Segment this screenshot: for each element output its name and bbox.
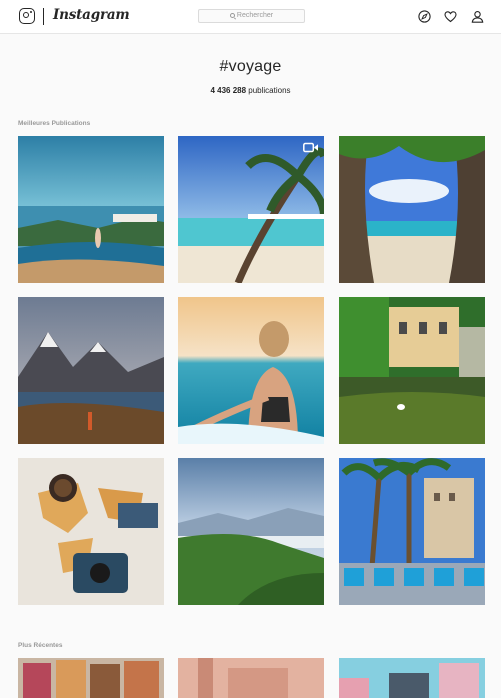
post-thumbnail[interactable] [178,658,324,698]
post-thumbnail[interactable] [339,136,485,283]
post-thumbnail[interactable] [178,458,324,605]
logo-separator [43,8,44,25]
search-input[interactable]: Rechercher [198,9,305,23]
post-count: 4 436 288 publications [0,86,501,95]
search-icon [229,12,235,18]
top-navigation-bar: Instagram Rechercher [0,0,501,34]
top-posts-label: Meilleures Publications [18,120,91,127]
hashtag-title: #voyage [219,58,282,75]
explore-compass-icon[interactable] [418,10,431,23]
post-count-number: 4 436 288 [210,86,247,95]
video-indicator-icon [303,142,318,153]
activity-heart-icon[interactable] [444,10,457,23]
search-placeholder: Rechercher [236,12,274,19]
post-count-unit: publications [248,86,291,95]
post-thumbnail[interactable] [339,458,485,605]
post-thumbnail[interactable] [18,458,164,605]
post-thumbnail[interactable] [18,136,164,283]
recent-posts-label: Plus Récentes [18,642,63,649]
post-thumbnail[interactable] [339,297,485,444]
instagram-wordmark[interactable]: Instagram [53,7,130,23]
post-thumbnail[interactable] [339,658,485,698]
post-thumbnail[interactable] [178,136,324,283]
profile-icon[interactable] [471,10,484,23]
post-thumbnail[interactable] [178,297,324,444]
post-thumbnail[interactable] [18,297,164,444]
post-thumbnail[interactable] [18,658,164,698]
instagram-logo-icon[interactable] [19,8,35,24]
